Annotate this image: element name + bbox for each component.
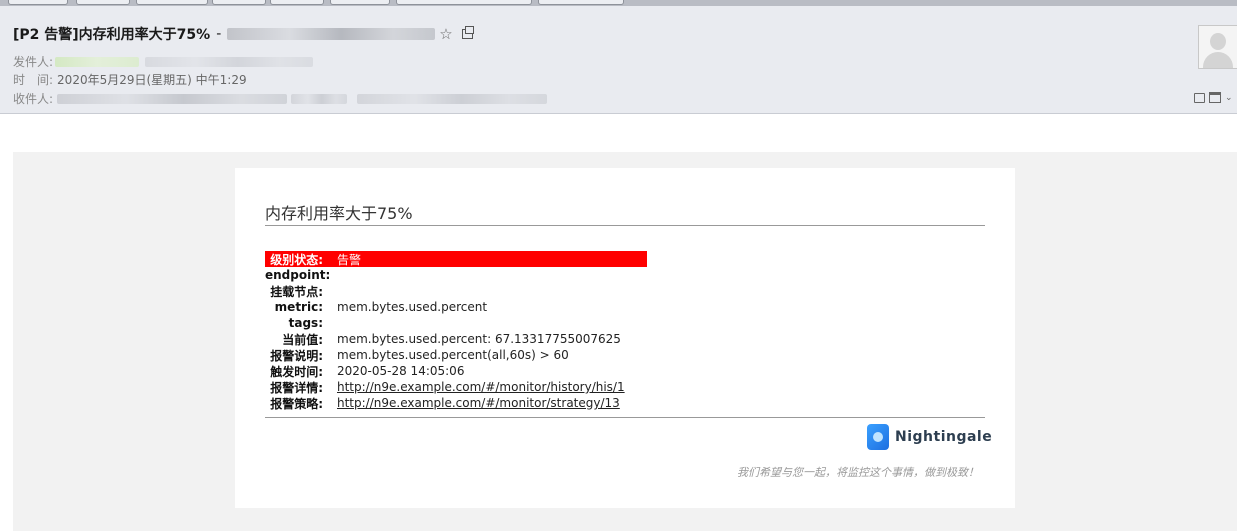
alert-row-key: endpoint: xyxy=(265,268,331,282)
avatar-head xyxy=(1210,33,1226,50)
recipient-row: 收件人: xyxy=(13,90,548,107)
alert-row-key: metric: xyxy=(274,300,323,314)
redacted-recipient[interactable] xyxy=(291,93,348,104)
alert-row-key: tags: xyxy=(288,316,323,330)
alert-card: 内存利用率大于75% 级别状态: 告警 endpoint: 挂载节点: metric: m… xyxy=(235,168,1015,508)
redacted-sender-name[interactable] xyxy=(55,56,140,67)
alert-row: 报警策略: http://n9e.example.com/#/monitor/st… xyxy=(265,395,647,411)
nightingale-logo-icon xyxy=(867,424,889,450)
alert-row: 挂载节点: xyxy=(265,283,647,299)
redacted-subject-detail xyxy=(227,28,436,40)
print-icon[interactable] xyxy=(1209,92,1221,103)
alert-row: 报警详情: http://n9e.example.com/#/monitor/hi… xyxy=(265,379,647,395)
alert-row-value: 告警 xyxy=(337,252,362,267)
alert-row-link[interactable]: http://n9e.example.com/#/monitor/strateg… xyxy=(337,396,620,410)
redacted-sender-email xyxy=(145,56,314,67)
alert-details: 级别状态: 告警 endpoint: 挂载节点: metric: mem.bytes.us… xyxy=(265,251,647,411)
avatar-body xyxy=(1203,52,1233,68)
toolbar-button[interactable] xyxy=(396,0,532,5)
alert-row-value: mem.bytes.used.percent: 67.1331775500762… xyxy=(337,332,621,346)
toolbar-button[interactable] xyxy=(136,0,208,5)
avatar-icon[interactable] xyxy=(1198,25,1237,69)
alert-row-value: mem.bytes.used.percent(all,60s) > 60 xyxy=(337,348,569,362)
nightingale-logo: Nightingale xyxy=(867,424,992,450)
chevron-down-icon[interactable]: ⌄ xyxy=(1225,93,1233,102)
logo-text: Nightingale xyxy=(895,429,993,445)
toolbar-button[interactable] xyxy=(212,0,266,5)
time-label: 时 间: xyxy=(13,73,54,87)
alert-row-key: 报警说明: xyxy=(270,348,323,363)
recipient-label: 收件人: xyxy=(13,92,54,106)
toolbar-button[interactable] xyxy=(270,0,324,5)
note-icon[interactable] xyxy=(1194,92,1205,103)
popout-window-icon[interactable] xyxy=(461,26,474,39)
alert-row-key: 级别状态: xyxy=(270,252,323,267)
alert-title: 内存利用率大于75% xyxy=(265,204,413,223)
toolbar-button[interactable] xyxy=(538,0,624,5)
alert-row-key: 报警详情: xyxy=(270,380,323,395)
time-value: 2020年5月29日(星期五) 中午1:29 xyxy=(57,73,247,87)
alert-row: endpoint: xyxy=(265,267,647,283)
alert-row-value: mem.bytes.used.percent xyxy=(337,300,488,314)
alert-row: 级别状态: 告警 xyxy=(265,251,647,267)
toolbar-button[interactable] xyxy=(330,0,390,5)
alert-row: metric: mem.bytes.used.percent xyxy=(265,299,647,315)
alert-row-link[interactable]: http://n9e.example.com/#/monitor/history… xyxy=(337,380,625,394)
alert-row-value: http://n9e.example.com/#/monitor/strateg… xyxy=(337,396,620,410)
redacted-recipient[interactable] xyxy=(357,93,548,104)
alert-row: 当前值: mem.bytes.used.percent: 67.133177550… xyxy=(265,331,647,347)
mail-body: 内存利用率大于75% 级别状态: 告警 endpoint: 挂载节点: metric: m… xyxy=(13,152,1237,531)
time-row: 时 间: 2020年5月29日(星期五) 中午1:29 xyxy=(13,71,247,88)
mail-subject: [P2 告警]内存利用率大于75% xyxy=(13,27,211,43)
toolbar-button[interactable] xyxy=(8,0,68,5)
alert-row: 触发时间: 2020-05-28 14:05:06 xyxy=(265,363,647,379)
alert-row-value: http://n9e.example.com/#/monitor/history… xyxy=(337,380,625,394)
footer-divider xyxy=(265,417,985,418)
alert-row-key: 当前值: xyxy=(282,332,323,347)
sender-label: 发件人: xyxy=(13,55,54,69)
title-divider xyxy=(265,225,985,226)
subject-separator: - xyxy=(216,26,222,42)
alert-row-key: 挂载节点: xyxy=(270,284,323,299)
redacted-recipient[interactable] xyxy=(57,93,288,104)
alert-row-value: 2020-05-28 14:05:06 xyxy=(337,364,465,378)
toolbar-button[interactable] xyxy=(76,0,130,5)
subject-line: [P2 告警]内存利用率大于75% - ☆ xyxy=(13,24,474,44)
alert-row-key: 触发时间: xyxy=(270,364,323,379)
alert-row: 报警说明: mem.bytes.used.percent(all,60s) > 6… xyxy=(265,347,647,363)
sender-row: 发件人: xyxy=(13,53,314,70)
alert-row-key: 报警策略: xyxy=(270,396,323,411)
alert-row: tags: xyxy=(265,315,647,331)
mail-header: [P2 告警]内存利用率大于75% - ☆ 发件人: 时 间: 2020年5月2… xyxy=(0,6,1237,114)
mail-actions: ⌄ xyxy=(1194,92,1233,103)
star-icon[interactable]: ☆ xyxy=(439,25,452,43)
slogan: 我们希望与您一起，将监控这个事情，做到极致！ xyxy=(737,466,979,479)
